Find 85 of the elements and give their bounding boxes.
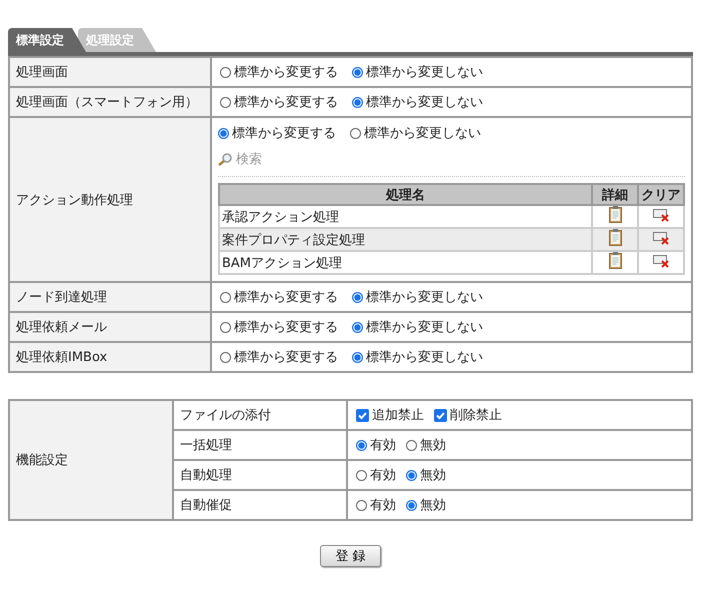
radio-option[interactable]: 標準から変更しない	[352, 93, 483, 111]
checkbox[interactable]	[434, 408, 447, 422]
radio-option[interactable]: 有効	[356, 496, 396, 514]
radio-button[interactable]	[406, 470, 417, 480]
setting-label: 処理画面（スマートフォン用）	[9, 87, 211, 117]
table-cell: BAMアクション処理	[219, 251, 592, 274]
clipboard-icon[interactable]	[608, 206, 622, 223]
radio-option[interactable]: 有効	[356, 436, 396, 454]
radio-button[interactable]	[220, 352, 231, 362]
option-label: 無効	[420, 497, 446, 514]
radio-option[interactable]: 標準から変更する	[218, 124, 336, 142]
column-header: 詳細	[592, 184, 638, 205]
option-label: 標準から変更しない	[366, 64, 483, 81]
column-header: クリア	[638, 184, 684, 205]
option-label: 標準から変更しない	[366, 319, 483, 336]
tab[interactable]: 標準設定	[8, 28, 86, 52]
radio-option[interactable]: 標準から変更しない	[352, 288, 483, 306]
setting-label: 処理画面	[9, 57, 211, 87]
checkbox-option[interactable]: 削除禁止	[434, 406, 502, 424]
radio-button[interactable]	[406, 440, 417, 450]
radio-option[interactable]: 無効	[406, 436, 446, 454]
option-label: 標準から変更する	[234, 319, 338, 336]
option-label: 追加禁止	[372, 407, 424, 424]
radio-button[interactable]	[352, 322, 363, 332]
table-cell: 案件プロパティ設定処理	[219, 228, 592, 251]
option-label: 標準から変更する	[234, 349, 338, 366]
column-header: 処理名	[219, 184, 592, 205]
clipboard-icon[interactable]	[608, 229, 622, 246]
clipboard-icon[interactable]	[608, 252, 622, 269]
search-icon[interactable]	[218, 152, 233, 166]
setting-label: ノード到達処理	[9, 282, 211, 312]
radio-button[interactable]	[406, 500, 417, 510]
setting-label: ファイルの添付	[173, 400, 347, 430]
radio-option[interactable]: 無効	[406, 496, 446, 514]
radio-option[interactable]: 標準から変更する	[220, 63, 338, 81]
option-label: 標準から変更する	[234, 94, 338, 111]
radio-option[interactable]: 標準から変更しない	[352, 318, 483, 336]
option-label: 標準から変更する	[234, 64, 338, 81]
clear-icon[interactable]	[652, 230, 670, 244]
radio-option[interactable]: 有効	[356, 466, 396, 484]
checkbox[interactable]	[356, 408, 369, 422]
register-button[interactable]: 登 録	[320, 545, 381, 567]
radio-button[interactable]	[352, 66, 363, 78]
option-label: 有効	[370, 467, 396, 484]
option-label: 有効	[370, 437, 396, 454]
radio-button[interactable]	[220, 322, 231, 332]
option-label: 有効	[370, 497, 396, 514]
option-label: 標準から変更しない	[364, 125, 481, 142]
radio-button[interactable]	[356, 500, 367, 510]
option-label: 標準から変更する	[232, 125, 336, 142]
option-label: 標準から変更しない	[366, 349, 483, 366]
section-label: 機能設定	[9, 400, 173, 520]
setting-label: 処理依頼IMBox	[9, 342, 211, 372]
radio-button[interactable]	[356, 470, 367, 480]
radio-option[interactable]: 標準から変更する	[220, 318, 338, 336]
radio-option[interactable]: 標準から変更しない	[352, 63, 483, 81]
radio-option[interactable]: 無効	[406, 466, 446, 484]
radio-button[interactable]	[350, 128, 361, 138]
radio-button[interactable]	[220, 96, 231, 108]
clear-icon[interactable]	[652, 208, 670, 222]
radio-button[interactable]	[220, 292, 231, 302]
clear-icon[interactable]	[652, 254, 670, 268]
radio-button[interactable]	[218, 128, 229, 138]
radio-option[interactable]: 標準から変更しない	[350, 124, 481, 142]
checkbox-option[interactable]: 追加禁止	[356, 406, 424, 424]
radio-button[interactable]	[352, 352, 363, 362]
option-label: 削除禁止	[450, 407, 502, 424]
setting-label: 自動催促	[173, 490, 347, 520]
radio-option[interactable]: 標準から変更しない	[352, 348, 483, 366]
radio-button[interactable]	[356, 440, 367, 450]
radio-button[interactable]	[352, 292, 363, 302]
radio-option[interactable]: 標準から変更する	[220, 93, 338, 111]
option-label: 無効	[420, 467, 446, 484]
setting-label: 処理依頼メール	[9, 312, 211, 342]
radio-option[interactable]: 標準から変更する	[220, 348, 338, 366]
option-label: 標準から変更しない	[366, 289, 483, 306]
option-label: 標準から変更しない	[366, 94, 483, 111]
option-label: 無効	[420, 437, 446, 454]
setting-label: 一括処理	[173, 430, 347, 460]
radio-button[interactable]	[352, 96, 363, 108]
option-label: 標準から変更する	[234, 289, 338, 306]
radio-option[interactable]: 標準から変更する	[220, 288, 338, 306]
setting-label: アクション動作処理	[9, 117, 211, 282]
radio-button[interactable]	[220, 66, 231, 78]
setting-label: 自動処理	[173, 460, 347, 490]
